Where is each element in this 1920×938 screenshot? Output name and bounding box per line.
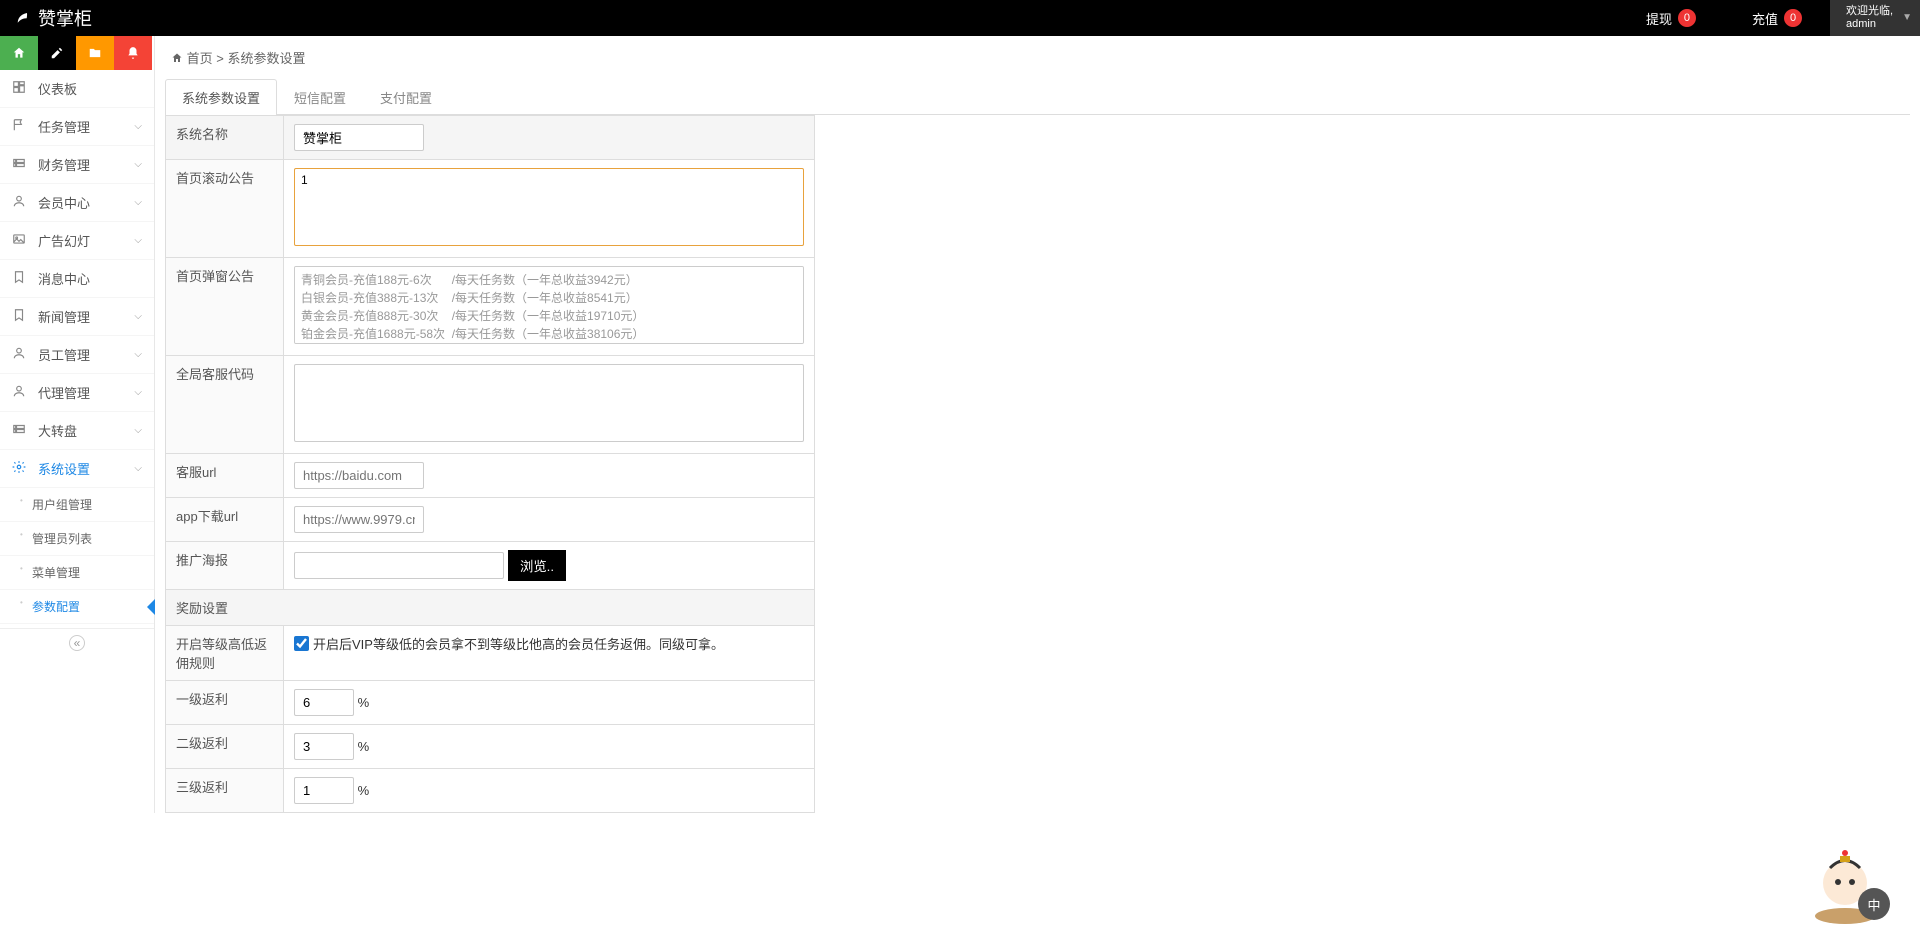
breadcrumb-home[interactable]: 首页 (187, 51, 213, 66)
bookmark-icon (12, 308, 30, 325)
field-label: 三级返利 (166, 769, 284, 813)
chevron-down-icon: ⌵ (134, 425, 142, 436)
field-label: 一级返利 (166, 681, 284, 725)
chevron-down-icon: ⌵ (134, 387, 142, 398)
chevron-down-icon: ⌵ (134, 159, 142, 170)
field-label: 客服url (166, 454, 284, 498)
sidebar: 仪表板任务管理⌵财务管理⌵会员中心⌵广告幻灯⌵消息中心新闻管理⌵员工管理⌵代理管… (0, 36, 155, 813)
hdd-icon (12, 156, 30, 173)
folder-button[interactable] (76, 36, 114, 70)
bell-button[interactable] (114, 36, 152, 70)
field-label: 二级返利 (166, 725, 284, 769)
caret-down-icon: ▼ (1902, 12, 1912, 24)
field-label: 推广海报 (166, 542, 284, 590)
recharge-link[interactable]: 充值 0 (1724, 9, 1830, 28)
level2-rebate-input[interactable] (294, 733, 354, 760)
logo[interactable]: 赞掌柜 (0, 5, 106, 31)
sidebar-item-2[interactable]: 财务管理⌵ (0, 146, 154, 184)
chevron-down-icon: ⌵ (134, 121, 142, 132)
section-header: 奖励设置 (166, 590, 815, 626)
sidebar-item-8[interactable]: 代理管理⌵ (0, 374, 154, 412)
sidebar-item-7[interactable]: 员工管理⌵ (0, 336, 154, 374)
sidebar-item-1[interactable]: 任务管理⌵ (0, 108, 154, 146)
image-icon (12, 232, 30, 249)
settings-form: 系统名称 首页滚动公告 首页弹窗公告 全局客服代码 客服url app下载url (165, 115, 815, 813)
tabs: 系统参数设置短信配置支付配置 (165, 79, 1910, 115)
ime-indicator[interactable]: 中 (1858, 888, 1890, 920)
level1-rebate-input[interactable] (294, 689, 354, 716)
scroll-notice-textarea[interactable] (294, 168, 804, 246)
top-header: 赞掌柜 提现 0 充值 0 欢迎光临, admin ▼ (0, 0, 1920, 36)
level3-rebate-input[interactable] (294, 777, 354, 804)
tab-2[interactable]: 支付配置 (363, 79, 449, 115)
rebate-rule-checkbox[interactable] (294, 636, 309, 651)
flag-icon (12, 118, 30, 135)
chevron-down-icon: ⌵ (134, 311, 142, 322)
submenu-item-2[interactable]: 菜单管理 (0, 556, 154, 590)
recharge-badge: 0 (1784, 9, 1802, 27)
chevron-down-icon: ⌵ (134, 235, 142, 246)
withdraw-link[interactable]: 提现 0 (1618, 9, 1724, 28)
poster-path-input[interactable] (294, 552, 504, 579)
sidebar-item-4[interactable]: 广告幻灯⌵ (0, 222, 154, 260)
withdraw-badge: 0 (1678, 9, 1696, 27)
field-label: 系统名称 (166, 116, 284, 160)
bookmark-icon (12, 270, 30, 287)
system-name-input[interactable] (294, 124, 424, 151)
main-content: 首页 > 系统参数设置 系统参数设置短信配置支付配置 系统名称 首页滚动公告 首… (155, 36, 1920, 813)
leaf-icon (14, 7, 32, 30)
edit-button[interactable] (38, 36, 76, 70)
chevron-down-icon: ⌵ (134, 349, 142, 360)
user-icon (12, 194, 30, 211)
user-menu[interactable]: 欢迎光临, admin ▼ (1830, 0, 1920, 36)
submenu-item-1[interactable]: 管理员列表 (0, 522, 154, 556)
field-label: 首页滚动公告 (166, 160, 284, 258)
sidebar-item-10[interactable]: 系统设置⌵ (0, 450, 154, 488)
gear-icon (12, 460, 30, 477)
home-icon (171, 52, 183, 64)
tab-1[interactable]: 短信配置 (277, 79, 363, 115)
browse-button[interactable]: 浏览.. (508, 550, 566, 581)
sidebar-item-9[interactable]: 大转盘⌵ (0, 412, 154, 450)
submenu-item-3[interactable]: 参数配置 (0, 590, 154, 624)
field-label: 全局客服代码 (166, 356, 284, 454)
breadcrumb: 首页 > 系统参数设置 (155, 36, 1920, 79)
app-url-input[interactable] (294, 506, 424, 533)
user-icon (12, 346, 30, 363)
sidebar-item-6[interactable]: 新闻管理⌵ (0, 298, 154, 336)
field-label: 开启等级高低返佣规则 (166, 626, 284, 681)
popup-notice-textarea[interactable] (294, 266, 804, 344)
home-button[interactable] (0, 36, 38, 70)
breadcrumb-current: 系统参数设置 (227, 51, 305, 66)
submenu-item-0[interactable]: 用户组管理 (0, 488, 154, 522)
tab-0[interactable]: 系统参数设置 (165, 79, 277, 115)
chevron-down-icon: ⌵ (134, 463, 142, 474)
sidebar-item-5[interactable]: 消息中心 (0, 260, 154, 298)
sidebar-item-3[interactable]: 会员中心⌵ (0, 184, 154, 222)
mascot-widget[interactable]: 中 (1800, 838, 1890, 928)
quick-toolbar (0, 36, 154, 70)
user-icon (12, 384, 30, 401)
field-label: 首页弹窗公告 (166, 258, 284, 356)
sidebar-item-0[interactable]: 仪表板 (0, 70, 154, 108)
dashboard-icon (12, 80, 30, 97)
chevron-down-icon: ⌵ (134, 197, 142, 208)
cs-url-input[interactable] (294, 462, 424, 489)
global-cs-textarea[interactable] (294, 364, 804, 442)
hdd-icon (12, 422, 30, 439)
collapse-sidebar-button[interactable]: « (0, 628, 154, 657)
logo-text: 赞掌柜 (38, 5, 92, 31)
field-label: app下载url (166, 498, 284, 542)
